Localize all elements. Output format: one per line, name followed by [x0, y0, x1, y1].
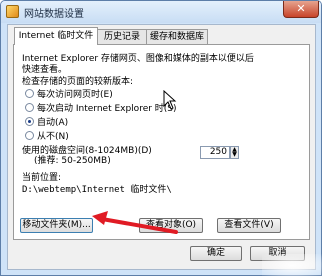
option-automatic-label[interactable]: 自动(A) [37, 115, 68, 128]
option-every-visit-label[interactable]: 每次访问网页时(E) [37, 87, 113, 100]
app-icon [6, 5, 19, 18]
window-title: 网站数据设置 [24, 9, 84, 20]
disk-space-input[interactable]: 250 [200, 146, 230, 159]
mouse-cursor-icon [163, 90, 177, 110]
radio-every-visit[interactable] [25, 89, 34, 98]
radio-never[interactable] [25, 131, 34, 140]
close-button[interactable]: ✕ [283, 1, 319, 18]
disk-space-spinner[interactable]: ▲ ▼ [230, 146, 239, 159]
spin-down-icon[interactable]: ▼ [231, 152, 238, 158]
option-never-label[interactable]: 从不(N) [37, 129, 69, 142]
view-files-button[interactable]: 查看文件(V) [217, 218, 281, 233]
watermark [262, 254, 323, 277]
option-every-start-label[interactable]: 每次启动 Internet Explorer 时(S) [37, 101, 177, 114]
move-folder-button[interactable]: 移动文件夹(M)... [20, 218, 93, 233]
ok-button[interactable]: 确定 [190, 246, 242, 261]
tab-history[interactable]: 历史记录 [97, 29, 147, 44]
check-versions-label: 检查存储的页面的较新版本: [22, 77, 134, 87]
radio-every-start[interactable] [25, 103, 34, 112]
tab-temporary-files[interactable]: Internet 临时文件 [14, 27, 98, 45]
title-bar[interactable]: 网站数据设置 ✕ [1, 1, 321, 23]
tab-cache-databases[interactable]: 缓存和数据库 [146, 29, 208, 44]
disk-space-recommend: (推荐: 50-250MB) [34, 156, 111, 166]
annotation-arrow-icon [92, 211, 178, 234]
radio-automatic[interactable] [25, 117, 34, 126]
location-path: D:\webtemp\Internet 临时文件\ [22, 185, 172, 195]
